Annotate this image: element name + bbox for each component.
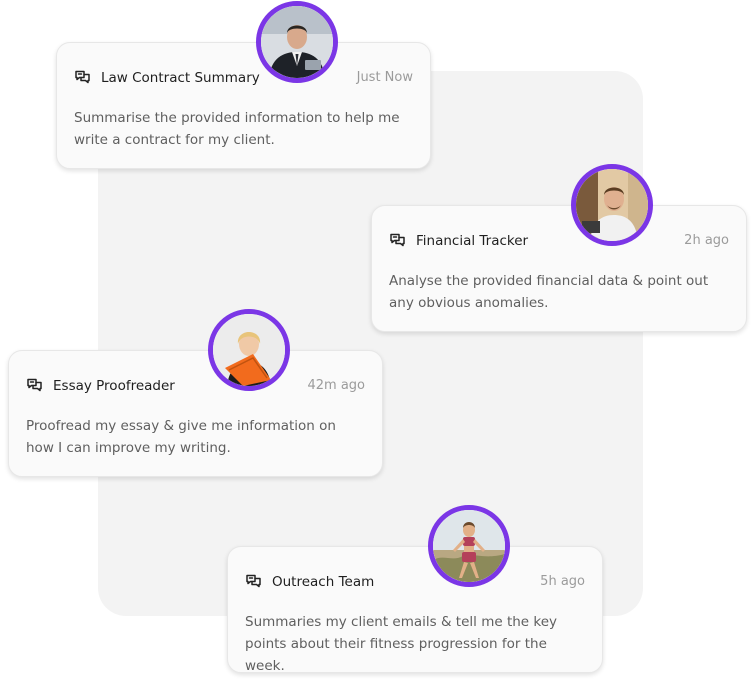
chat-card-essay-proofreader[interactable]: Essay Proofreader 42m ago Proofread my e… <box>8 350 383 477</box>
avatar-essay-proofreader <box>208 309 290 391</box>
card-description: Analyse the provided financial data & po… <box>389 273 709 311</box>
card-timestamp: 42m ago <box>307 378 365 393</box>
chat-bubbles-icon <box>245 573 262 590</box>
card-header: Essay Proofreader 42m ago <box>26 377 365 395</box>
card-timestamp: 5h ago <box>540 574 585 589</box>
card-timestamp: 2h ago <box>684 233 729 248</box>
chat-bubbles-icon <box>26 377 43 394</box>
avatar-outreach-team <box>428 505 510 587</box>
card-title: Financial Tracker <box>416 233 529 249</box>
card-title: Essay Proofreader <box>53 378 175 394</box>
card-header: Financial Tracker 2h ago <box>389 232 729 250</box>
card-description: Summaries my client emails & tell me the… <box>245 614 558 674</box>
card-header: Outreach Team 5h ago <box>245 573 585 591</box>
chat-card-outreach-team[interactable]: Outreach Team 5h ago Summaries my client… <box>227 546 603 674</box>
chat-card-financial-tracker[interactable]: Financial Tracker 2h ago Analyse the pro… <box>371 205 747 332</box>
chat-card-law-contract[interactable]: Law Contract Summary Just Now Summarise … <box>56 42 431 169</box>
card-description: Proofread my essay & give me information… <box>26 418 336 456</box>
avatar-law-contract <box>256 1 338 83</box>
avatar-financial-tracker <box>571 164 653 246</box>
chat-bubbles-icon <box>74 69 91 86</box>
chat-bubbles-icon <box>389 232 406 249</box>
card-header: Law Contract Summary Just Now <box>74 69 413 87</box>
card-description: Summarise the provided information to he… <box>74 110 400 148</box>
card-title: Law Contract Summary <box>101 70 260 86</box>
card-timestamp: Just Now <box>356 70 413 85</box>
card-title: Outreach Team <box>272 574 375 590</box>
